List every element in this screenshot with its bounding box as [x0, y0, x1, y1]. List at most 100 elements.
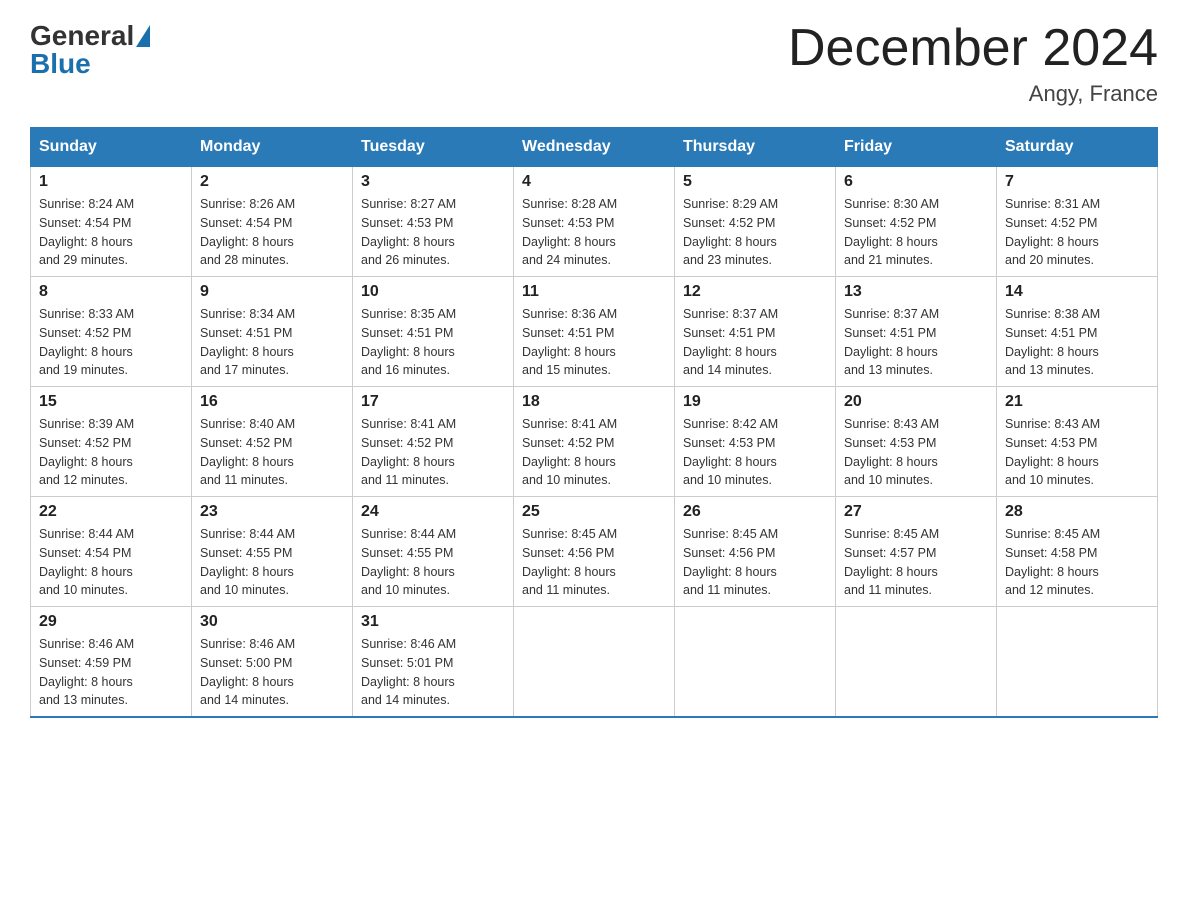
- calendar-header-row: SundayMondayTuesdayWednesdayThursdayFrid…: [31, 128, 1158, 167]
- day-info: Sunrise: 8:40 AMSunset: 4:52 PMDaylight:…: [200, 417, 295, 487]
- day-number: 9: [200, 283, 344, 301]
- day-cell: 1 Sunrise: 8:24 AMSunset: 4:54 PMDayligh…: [31, 167, 192, 277]
- day-number: 20: [844, 393, 988, 411]
- day-number: 23: [200, 503, 344, 521]
- day-number: 18: [522, 393, 666, 411]
- day-number: 1: [39, 173, 183, 191]
- day-info: Sunrise: 8:36 AMSunset: 4:51 PMDaylight:…: [522, 307, 617, 377]
- week-row-5: 29 Sunrise: 8:46 AMSunset: 4:59 PMDaylig…: [31, 607, 1158, 718]
- day-cell: 28 Sunrise: 8:45 AMSunset: 4:58 PMDaylig…: [997, 497, 1158, 607]
- day-number: 5: [683, 173, 827, 191]
- day-cell: [514, 607, 675, 718]
- column-header-wednesday: Wednesday: [514, 128, 675, 167]
- day-info: Sunrise: 8:44 AMSunset: 4:55 PMDaylight:…: [200, 527, 295, 597]
- day-cell: 31 Sunrise: 8:46 AMSunset: 5:01 PMDaylig…: [353, 607, 514, 718]
- day-cell: 4 Sunrise: 8:28 AMSunset: 4:53 PMDayligh…: [514, 167, 675, 277]
- day-number: 11: [522, 283, 666, 301]
- day-info: Sunrise: 8:35 AMSunset: 4:51 PMDaylight:…: [361, 307, 456, 377]
- day-info: Sunrise: 8:43 AMSunset: 4:53 PMDaylight:…: [844, 417, 939, 487]
- column-header-tuesday: Tuesday: [353, 128, 514, 167]
- day-info: Sunrise: 8:41 AMSunset: 4:52 PMDaylight:…: [522, 417, 617, 487]
- day-cell: 26 Sunrise: 8:45 AMSunset: 4:56 PMDaylig…: [675, 497, 836, 607]
- day-info: Sunrise: 8:24 AMSunset: 4:54 PMDaylight:…: [39, 197, 134, 267]
- day-cell: 24 Sunrise: 8:44 AMSunset: 4:55 PMDaylig…: [353, 497, 514, 607]
- day-info: Sunrise: 8:46 AMSunset: 4:59 PMDaylight:…: [39, 637, 134, 707]
- day-info: Sunrise: 8:31 AMSunset: 4:52 PMDaylight:…: [1005, 197, 1100, 267]
- calendar-table: SundayMondayTuesdayWednesdayThursdayFrid…: [30, 127, 1158, 718]
- day-number: 17: [361, 393, 505, 411]
- day-number: 22: [39, 503, 183, 521]
- day-number: 30: [200, 613, 344, 631]
- day-number: 16: [200, 393, 344, 411]
- day-number: 29: [39, 613, 183, 631]
- day-info: Sunrise: 8:27 AMSunset: 4:53 PMDaylight:…: [361, 197, 456, 267]
- day-number: 27: [844, 503, 988, 521]
- day-info: Sunrise: 8:45 AMSunset: 4:58 PMDaylight:…: [1005, 527, 1100, 597]
- day-info: Sunrise: 8:33 AMSunset: 4:52 PMDaylight:…: [39, 307, 134, 377]
- day-info: Sunrise: 8:44 AMSunset: 4:54 PMDaylight:…: [39, 527, 134, 597]
- day-info: Sunrise: 8:34 AMSunset: 4:51 PMDaylight:…: [200, 307, 295, 377]
- day-cell: 12 Sunrise: 8:37 AMSunset: 4:51 PMDaylig…: [675, 277, 836, 387]
- day-cell: 18 Sunrise: 8:41 AMSunset: 4:52 PMDaylig…: [514, 387, 675, 497]
- day-cell: 2 Sunrise: 8:26 AMSunset: 4:54 PMDayligh…: [192, 167, 353, 277]
- day-number: 24: [361, 503, 505, 521]
- day-cell: 14 Sunrise: 8:38 AMSunset: 4:51 PMDaylig…: [997, 277, 1158, 387]
- day-info: Sunrise: 8:26 AMSunset: 4:54 PMDaylight:…: [200, 197, 295, 267]
- day-cell: [675, 607, 836, 718]
- day-cell: 9 Sunrise: 8:34 AMSunset: 4:51 PMDayligh…: [192, 277, 353, 387]
- day-cell: 10 Sunrise: 8:35 AMSunset: 4:51 PMDaylig…: [353, 277, 514, 387]
- day-number: 12: [683, 283, 827, 301]
- day-info: Sunrise: 8:44 AMSunset: 4:55 PMDaylight:…: [361, 527, 456, 597]
- logo-blue-text: Blue: [30, 48, 91, 80]
- day-number: 26: [683, 503, 827, 521]
- day-number: 3: [361, 173, 505, 191]
- day-number: 15: [39, 393, 183, 411]
- column-header-friday: Friday: [836, 128, 997, 167]
- day-cell: 7 Sunrise: 8:31 AMSunset: 4:52 PMDayligh…: [997, 167, 1158, 277]
- column-header-sunday: Sunday: [31, 128, 192, 167]
- week-row-4: 22 Sunrise: 8:44 AMSunset: 4:54 PMDaylig…: [31, 497, 1158, 607]
- day-cell: 20 Sunrise: 8:43 AMSunset: 4:53 PMDaylig…: [836, 387, 997, 497]
- month-title: December 2024: [788, 20, 1158, 77]
- day-number: 8: [39, 283, 183, 301]
- day-number: 31: [361, 613, 505, 631]
- day-number: 7: [1005, 173, 1149, 191]
- day-info: Sunrise: 8:46 AMSunset: 5:00 PMDaylight:…: [200, 637, 295, 707]
- day-info: Sunrise: 8:45 AMSunset: 4:56 PMDaylight:…: [683, 527, 778, 597]
- day-number: 14: [1005, 283, 1149, 301]
- day-cell: 29 Sunrise: 8:46 AMSunset: 4:59 PMDaylig…: [31, 607, 192, 718]
- day-number: 19: [683, 393, 827, 411]
- day-number: 2: [200, 173, 344, 191]
- day-cell: 8 Sunrise: 8:33 AMSunset: 4:52 PMDayligh…: [31, 277, 192, 387]
- day-info: Sunrise: 8:37 AMSunset: 4:51 PMDaylight:…: [844, 307, 939, 377]
- day-info: Sunrise: 8:39 AMSunset: 4:52 PMDaylight:…: [39, 417, 134, 487]
- day-cell: 23 Sunrise: 8:44 AMSunset: 4:55 PMDaylig…: [192, 497, 353, 607]
- day-cell: [836, 607, 997, 718]
- day-cell: 13 Sunrise: 8:37 AMSunset: 4:51 PMDaylig…: [836, 277, 997, 387]
- day-cell: 15 Sunrise: 8:39 AMSunset: 4:52 PMDaylig…: [31, 387, 192, 497]
- day-cell: 27 Sunrise: 8:45 AMSunset: 4:57 PMDaylig…: [836, 497, 997, 607]
- day-cell: [997, 607, 1158, 718]
- day-cell: 5 Sunrise: 8:29 AMSunset: 4:52 PMDayligh…: [675, 167, 836, 277]
- day-info: Sunrise: 8:45 AMSunset: 4:56 PMDaylight:…: [522, 527, 617, 597]
- day-info: Sunrise: 8:37 AMSunset: 4:51 PMDaylight:…: [683, 307, 778, 377]
- day-number: 6: [844, 173, 988, 191]
- week-row-2: 8 Sunrise: 8:33 AMSunset: 4:52 PMDayligh…: [31, 277, 1158, 387]
- day-cell: 16 Sunrise: 8:40 AMSunset: 4:52 PMDaylig…: [192, 387, 353, 497]
- day-info: Sunrise: 8:46 AMSunset: 5:01 PMDaylight:…: [361, 637, 456, 707]
- column-header-thursday: Thursday: [675, 128, 836, 167]
- title-section: December 2024 Angy, France: [788, 20, 1158, 107]
- logo: General Blue: [30, 20, 150, 80]
- day-cell: 30 Sunrise: 8:46 AMSunset: 5:00 PMDaylig…: [192, 607, 353, 718]
- day-number: 21: [1005, 393, 1149, 411]
- day-info: Sunrise: 8:38 AMSunset: 4:51 PMDaylight:…: [1005, 307, 1100, 377]
- column-header-monday: Monday: [192, 128, 353, 167]
- day-number: 10: [361, 283, 505, 301]
- day-cell: 25 Sunrise: 8:45 AMSunset: 4:56 PMDaylig…: [514, 497, 675, 607]
- location-label: Angy, France: [788, 81, 1158, 107]
- day-cell: 6 Sunrise: 8:30 AMSunset: 4:52 PMDayligh…: [836, 167, 997, 277]
- day-info: Sunrise: 8:41 AMSunset: 4:52 PMDaylight:…: [361, 417, 456, 487]
- day-number: 4: [522, 173, 666, 191]
- day-cell: 17 Sunrise: 8:41 AMSunset: 4:52 PMDaylig…: [353, 387, 514, 497]
- week-row-3: 15 Sunrise: 8:39 AMSunset: 4:52 PMDaylig…: [31, 387, 1158, 497]
